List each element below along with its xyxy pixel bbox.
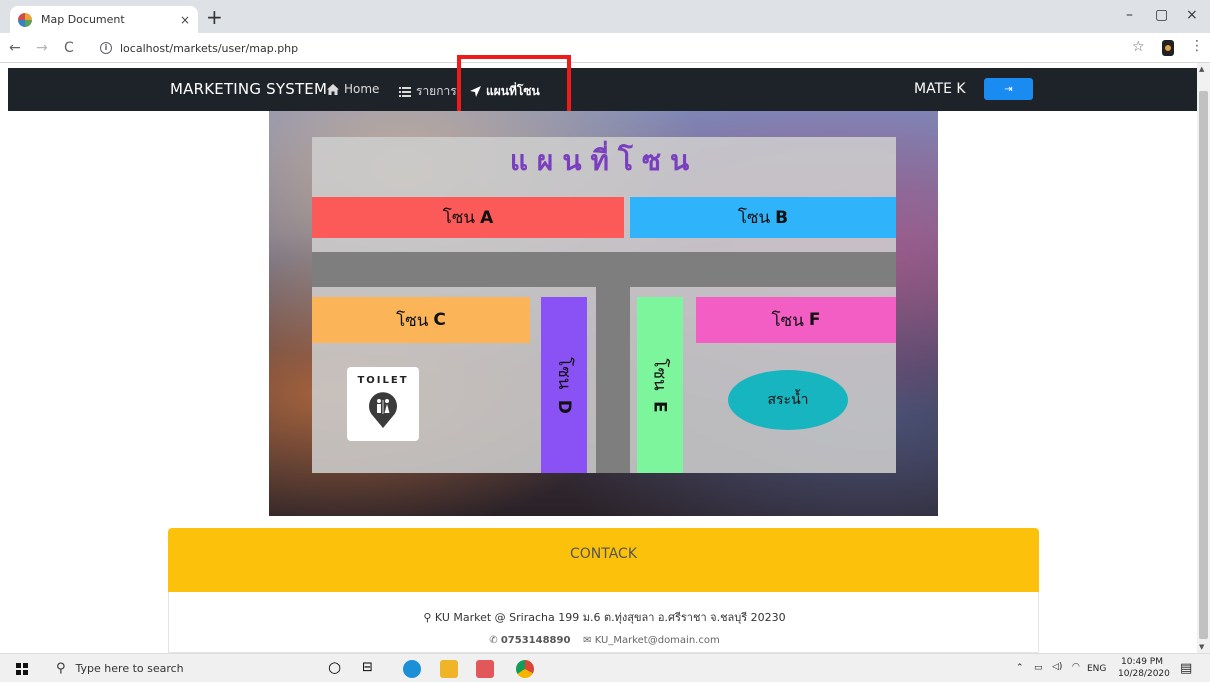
zone-b: โซน B [630, 197, 896, 238]
cortana-icon[interactable]: ○ [328, 658, 346, 676]
zone-e: โซน E [637, 297, 683, 473]
url-text[interactable]: localhost/markets/user/map.php [120, 42, 298, 55]
taskbar-search[interactable]: ⚲ Type here to search [44, 654, 316, 683]
app-navbar: MARKETING SYSTEM Home รายการ แผนที่โซน M… [8, 68, 1197, 111]
zone-a-prefix: โซน [442, 208, 476, 228]
forward-arrow-icon[interactable]: → [36, 40, 48, 56]
tray-chevron-icon[interactable]: ⌃ [1016, 663, 1024, 673]
zone-b-prefix: โซน [737, 208, 771, 228]
zone-d-letter: D [553, 399, 574, 414]
address-text: KU Market @ Sriracha 199 ม.6 ต.ทุ่งสุขลา… [434, 611, 786, 624]
road-vertical [596, 287, 630, 473]
maximize-button[interactable]: ▢ [1155, 7, 1168, 23]
brand[interactable]: MARKETING SYSTEM [170, 80, 327, 98]
toilet-label: TOILET [357, 375, 409, 386]
map-title: แผนที่โซน [509, 144, 699, 177]
envelope-icon: ✉ [583, 635, 592, 646]
window-close-button[interactable]: × [1186, 7, 1198, 23]
minimize-button[interactable]: – [1126, 7, 1133, 23]
windows-taskbar: ⚲ Type here to search ○ ⊟ ⌃ ▭ ◁) ◠ ENG 1… [0, 653, 1210, 682]
battery-icon[interactable]: ▭ [1034, 663, 1043, 673]
notifications-icon[interactable]: ▤ [1180, 661, 1192, 676]
zone-d: โซน D [541, 297, 587, 473]
zone-c-prefix: โซน [396, 310, 429, 331]
url-field[interactable]: i localhost/markets/user/map.php [100, 38, 298, 58]
zone-a: โซน A [312, 197, 624, 238]
zone-f: โซน F [696, 297, 896, 343]
nav-home-label: Home [344, 82, 380, 96]
road-horizontal [312, 252, 896, 287]
reload-icon[interactable]: C [64, 40, 74, 56]
restroom-pin-icon [369, 392, 397, 428]
zone-e-letter: E [649, 400, 670, 413]
zone-a-letter: A [480, 207, 494, 228]
windows-start-icon[interactable] [16, 663, 28, 675]
zone-f-prefix: โซน [771, 310, 804, 331]
nav-list-label: รายการ [416, 84, 457, 98]
zone-c-letter: C [433, 310, 446, 330]
map-marker-icon: ⚲ [423, 611, 432, 624]
zone-map-image: แผนที่โซน โซน A โซน B โซน C โซน D โซน E โซน… [269, 111, 938, 516]
zone-f-letter: F [808, 310, 821, 330]
back-arrow-icon[interactable]: ← [9, 40, 21, 56]
contact-title: CONTACK [569, 546, 638, 562]
tab-title: Map Document [41, 13, 125, 26]
search-icon: ⚲ [56, 661, 66, 676]
pond-label: สระน้ำ [767, 392, 809, 408]
browser-tab[interactable]: Map Document × [10, 6, 198, 33]
browser-tabstrip: Map Document × + – ▢ × [0, 0, 1210, 33]
contact-address: ⚲ KU Market @ Sriracha 199 ม.6 ต.ทุ่งสุข… [169, 608, 1040, 626]
clock-time[interactable]: 10:49 PM [1118, 657, 1166, 667]
language-indicator[interactable]: ENG [1087, 664, 1106, 674]
new-tab-button[interactable]: + [206, 5, 223, 29]
scroll-up-icon[interactable]: ▲ [1199, 65, 1204, 73]
bookmark-star-icon[interactable]: ☆ [1132, 39, 1145, 55]
edge-icon[interactable] [403, 660, 421, 678]
list-icon [399, 86, 411, 97]
pond-marker: สระน้ำ [728, 370, 848, 430]
logout-icon: ⇥ [1004, 83, 1013, 95]
scroll-thumb[interactable] [1199, 91, 1208, 639]
favicon-icon [18, 12, 32, 27]
wifi-icon[interactable]: ◠ [1072, 662, 1080, 672]
zone-d-prefix: โซน [553, 356, 574, 389]
taskbar-search-placeholder: Type here to search [75, 662, 184, 675]
contact-details: ✆ 0753148890 ✉ KU_Market@domain.com [169, 635, 1040, 646]
nav-home[interactable]: Home [327, 82, 379, 96]
contact-body: ⚲ KU Market @ Sriracha 199 ม.6 ต.ทุ่งสุข… [168, 592, 1039, 653]
chrome-icon[interactable] [516, 660, 534, 678]
email-text[interactable]: KU_Market@domain.com [595, 635, 720, 646]
tab-close-icon[interactable]: × [180, 13, 190, 27]
home-icon [327, 83, 339, 95]
extension-icon[interactable] [1162, 40, 1174, 56]
toilet-marker: TOILET [347, 367, 419, 441]
phone-text[interactable]: 0753148890 [501, 635, 571, 646]
browser-menu-icon[interactable]: ⋮ [1190, 38, 1204, 54]
xampp-icon[interactable] [476, 660, 494, 678]
contact-header: CONTACK [168, 528, 1039, 592]
volume-icon[interactable]: ◁) [1052, 662, 1062, 672]
phone-icon: ✆ [489, 635, 498, 646]
zone-e-prefix: โซน [649, 357, 670, 391]
scroll-down-icon[interactable]: ▼ [1199, 643, 1204, 651]
logout-button[interactable]: ⇥ [984, 78, 1033, 100]
file-explorer-icon[interactable] [440, 660, 458, 678]
address-bar: ← → C i localhost/markets/user/map.php ☆… [0, 33, 1210, 63]
page-scrollbar[interactable]: ▲ ▼ [1197, 63, 1210, 653]
nav-list[interactable]: รายการ [399, 82, 457, 101]
zone-d-text: โซน D [551, 357, 578, 414]
zone-b-letter: B [775, 207, 789, 228]
zone-e-text: โซน E [647, 358, 674, 412]
task-view-icon[interactable]: ⊟ [362, 660, 380, 678]
username: MATE K [914, 81, 966, 97]
clock-date[interactable]: 10/28/2020 [1118, 669, 1170, 679]
zone-c: โซน C [312, 297, 530, 343]
site-info-icon[interactable]: i [100, 42, 112, 54]
